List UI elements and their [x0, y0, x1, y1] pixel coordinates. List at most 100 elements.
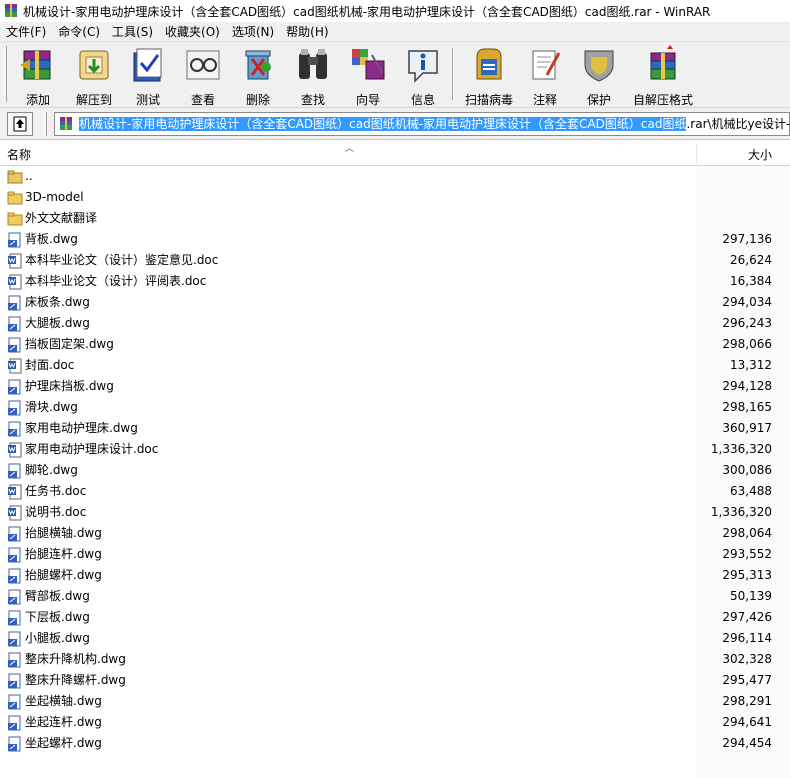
- test-button[interactable]: 测试: [121, 44, 175, 107]
- wizard-label: 向导: [355, 93, 380, 107]
- address-path: 机械设计-家用电动护理床设计（含全套CAD图纸）cad图纸机械-家用电动护理床设…: [79, 116, 789, 132]
- comment-icon: [532, 50, 561, 80]
- menu-help[interactable]: 帮助(H): [280, 22, 334, 42]
- file-size: 294,641: [722, 715, 772, 729]
- address-selected: 机械设计-家用电动护理床设计（含全套CAD图纸）cad图纸机械-家用电动护理床设…: [79, 117, 687, 131]
- file-name: 说明书.doc: [25, 505, 87, 519]
- file-row[interactable]: 臂部板.dwg 50,139: [0, 586, 790, 607]
- column-header-size[interactable]: 大小: [698, 144, 790, 166]
- file-row[interactable]: 抬腿连杆.dwg 293,552: [0, 544, 790, 565]
- file-row[interactable]: 背板.dwg 297,136: [0, 229, 790, 250]
- file-row[interactable]: 本科毕业论文（设计）鉴定意见.doc 26,624: [0, 250, 790, 271]
- file-size: 294,454: [722, 736, 772, 750]
- sfx-label: 自解压格式: [632, 93, 693, 107]
- find-button[interactable]: 查找: [286, 44, 340, 107]
- toolbar-grip[interactable]: [4, 46, 7, 102]
- dwg-file-icon: [8, 589, 21, 605]
- scan-virus-label: 扫描病毒: [464, 93, 513, 107]
- file-size: 297,136: [722, 232, 772, 246]
- file-size: 50,139: [730, 589, 772, 603]
- file-name: 本科毕业论文（设计）鉴定意见.doc: [25, 253, 219, 267]
- add-button[interactable]: 添加: [11, 44, 65, 107]
- address-grip[interactable]: [44, 112, 47, 136]
- title-bar: 机械设计-家用电动护理床设计（含全套CAD图纸）cad图纸机械-家用电动护理床设…: [0, 0, 790, 22]
- file-row[interactable]: 滑块.dwg 298,165: [0, 397, 790, 418]
- protect-icon: [584, 50, 614, 82]
- delete-button[interactable]: 删除: [231, 44, 285, 107]
- file-row[interactable]: 坐起横轴.dwg 298,291: [0, 691, 790, 712]
- file-row[interactable]: 坐起连杆.dwg 294,641: [0, 712, 790, 733]
- dwg-file-icon: [8, 421, 21, 437]
- file-row[interactable]: 家用电动护理床.dwg 360,917: [0, 418, 790, 439]
- comment-label: 注释: [532, 93, 557, 107]
- wizard-button[interactable]: 向导: [341, 44, 395, 107]
- view-label: 查看: [190, 93, 215, 107]
- find-icon: [299, 49, 327, 79]
- file-size: 300,086: [722, 463, 772, 477]
- dwg-file-icon: [8, 715, 21, 731]
- find-label: 查找: [300, 93, 325, 107]
- address-field[interactable]: 机械设计-家用电动护理床设计（含全套CAD图纸）cad图纸机械-家用电动护理床设…: [54, 112, 790, 136]
- file-size: 295,477: [722, 673, 772, 687]
- extract-to-label: 解压到: [75, 93, 112, 107]
- file-name: 挡板固定架.dwg: [25, 337, 114, 351]
- file-row[interactable]: 抬腿螺杆.dwg 295,313: [0, 565, 790, 586]
- dwg-file-icon: [8, 316, 21, 332]
- file-size: 302,328: [722, 652, 772, 666]
- file-size: 298,064: [722, 526, 772, 540]
- scan-virus-icon: [476, 48, 502, 80]
- extract-to-button[interactable]: 解压到: [67, 44, 121, 107]
- file-size: 298,066: [722, 337, 772, 351]
- file-row[interactable]: 下层板.dwg 297,426: [0, 607, 790, 628]
- add-archive-icon: [20, 50, 51, 80]
- dwg-file-icon: [8, 232, 21, 248]
- scan-virus-button[interactable]: 扫描病毒: [461, 44, 517, 107]
- file-row[interactable]: 外文文献翻译: [0, 208, 790, 229]
- file-row[interactable]: 护理床挡板.dwg 294,128: [0, 376, 790, 397]
- file-row[interactable]: 说明书.doc 1,336,320: [0, 502, 790, 523]
- word-doc-icon: [8, 253, 22, 269]
- file-row[interactable]: 本科毕业论文（设计）评阅表.doc 16,384: [0, 271, 790, 292]
- protect-button[interactable]: 保护: [572, 44, 626, 107]
- sfx-button[interactable]: 自解压格式: [628, 44, 698, 107]
- file-size: 1,336,320: [710, 442, 772, 456]
- up-folder-button[interactable]: [7, 112, 33, 136]
- file-row[interactable]: 3D-model: [0, 187, 790, 208]
- file-row[interactable]: 整床升降螺杆.dwg 295,477: [0, 670, 790, 691]
- file-row[interactable]: 脚轮.dwg 300,086: [0, 460, 790, 481]
- file-row[interactable]: 大腿板.dwg 296,243: [0, 313, 790, 334]
- parent-folder-icon: [7, 170, 23, 184]
- menu-tools[interactable]: 工具(S): [106, 22, 159, 42]
- rar-archive-icon: [60, 117, 72, 130]
- view-icon: [186, 50, 220, 80]
- file-row[interactable]: 任务书.doc 63,488: [0, 481, 790, 502]
- file-row[interactable]: 小腿板.dwg 296,114: [0, 628, 790, 649]
- menu-file[interactable]: 文件(F): [0, 22, 52, 42]
- file-row[interactable]: 挡板固定架.dwg 298,066: [0, 334, 790, 355]
- file-row[interactable]: ..: [0, 166, 790, 187]
- menu-favorites[interactable]: 收藏夹(O): [159, 22, 226, 42]
- file-size: 296,114: [722, 631, 772, 645]
- view-button[interactable]: 查看: [176, 44, 230, 107]
- file-list[interactable]: .. 3D-model 外文文献翻译 背板.dwg 297,136 本科毕业论文（设计）鉴…: [0, 166, 790, 778]
- file-row[interactable]: 床板条.dwg 294,034: [0, 292, 790, 313]
- file-row[interactable]: 坐起螺杆.dwg 294,454: [0, 733, 790, 754]
- file-row[interactable]: 整床升降机构.dwg 302,328: [0, 649, 790, 670]
- comment-button[interactable]: 注释: [518, 44, 572, 107]
- file-name: 抬腿螺杆.dwg: [25, 568, 102, 582]
- folder-icon: [7, 191, 23, 205]
- word-doc-icon: [8, 358, 22, 374]
- protect-label: 保护: [586, 93, 611, 107]
- file-row[interactable]: 抬腿横轴.dwg 298,064: [0, 523, 790, 544]
- dwg-file-icon: [8, 610, 21, 626]
- info-button[interactable]: 信息: [396, 44, 450, 107]
- file-row[interactable]: 家用电动护理床设计.doc 1,336,320: [0, 439, 790, 460]
- file-name: 大腿板.dwg: [25, 316, 90, 330]
- file-name: 家用电动护理床设计.doc: [25, 442, 159, 456]
- menu-commands[interactable]: 命令(C): [52, 22, 106, 42]
- add-label: 添加: [25, 93, 50, 107]
- file-name: 3D-model: [25, 190, 84, 204]
- file-row[interactable]: 封面.doc 13,312: [0, 355, 790, 376]
- menu-options[interactable]: 选项(N): [226, 22, 280, 42]
- file-size: 295,313: [722, 568, 772, 582]
